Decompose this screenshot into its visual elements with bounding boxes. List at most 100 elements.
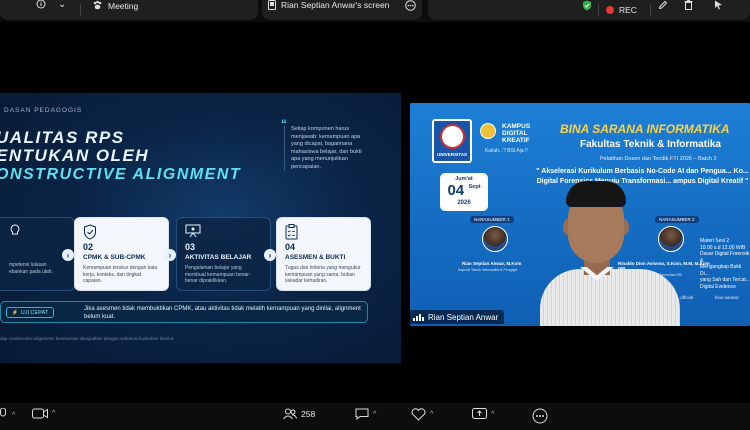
chevron-down-icon: ⌄ <box>58 0 67 10</box>
quick-test-label: UJI CEPAT <box>20 309 49 316</box>
divider <box>598 4 599 16</box>
share-screen-icon <box>472 408 487 420</box>
speaker-1-tag: NARASUMBER 1 <box>470 216 514 223</box>
presentation-icon <box>185 224 201 240</box>
sponsor-label: bina sarana <box>715 295 739 300</box>
security-button[interactable] <box>582 0 592 11</box>
chevron-up-icon: ^ <box>52 410 56 417</box>
kdk-logo-icon <box>480 123 496 139</box>
share-screen-button[interactable]: ^ <box>472 408 494 420</box>
camera-button[interactable]: ^ <box>32 408 55 419</box>
chat-icon <box>355 408 369 420</box>
meeting-dropdown-button[interactable]: ⌄ <box>58 0 66 10</box>
pen-icon <box>658 0 668 10</box>
shared-screen: DASAN PEDAGOGIS UALITAS RPS ENTUKAN OLEH… <box>0 67 401 363</box>
card-4-title: ASESMEN & BUKTI <box>285 254 346 261</box>
chevron-up-icon: ^ <box>491 410 495 418</box>
rec-label: REC <box>619 5 637 15</box>
kuliah-tagline: Kuliah...? BSI Aja !! <box>485 148 528 154</box>
shield-check-icon <box>582 0 592 11</box>
meeting-window: ⌄ Meeting Rian Septian Anwar's screen RE… <box>0 0 750 430</box>
status-pill: REC <box>428 0 750 20</box>
card-4-number: 04 <box>285 242 296 252</box>
speaker-1-name: Rian Septian Anwar, M.Kom <box>462 261 522 266</box>
audio-level-icon <box>413 313 424 321</box>
quick-test-text: Jika asesmen tidak membuktikan CPMK, ata… <box>84 306 361 320</box>
screen-share-icon <box>268 0 276 10</box>
info-button[interactable] <box>36 0 46 9</box>
slide-title-line-1: UALITAS RPS <box>0 128 125 147</box>
participants-icon <box>283 408 297 420</box>
chevron-up-icon: ^ <box>12 411 16 419</box>
divider <box>650 4 651 16</box>
meeting-name-label: Meeting <box>108 0 139 11</box>
more-button[interactable] <box>532 408 548 424</box>
university-logo: UNIVERSITAS <box>432 119 472 163</box>
card-3-title: AKTIVITAS BELAJAR <box>185 254 252 261</box>
arrow-right-icon: › <box>264 249 276 261</box>
screen-share-more-button[interactable] <box>405 0 416 11</box>
more-horizontal-icon <box>405 0 416 11</box>
presenter-video <box>540 181 680 326</box>
card-2-number: 02 <box>83 242 94 252</box>
kampus-digital-kreatif-label: KAMPUS DIGITAL KREATIF <box>502 123 531 144</box>
info-icon <box>36 0 46 9</box>
screen-share-pill: Rian Septian Anwar's screen <box>262 0 422 20</box>
chat-button[interactable]: ^ <box>355 408 376 420</box>
pointer-button[interactable] <box>714 0 723 10</box>
shield-check-icon <box>83 224 99 240</box>
quick-test-box: ⚡ UJI CEPAT Jika asesmen tidak membuktik… <box>0 301 368 323</box>
divider <box>80 4 81 16</box>
participant-video-tile[interactable]: UNIVERSITAS KAMPUS DIGITAL KREATIF Kulia… <box>410 103 750 326</box>
microphone-button[interactable]: ^ <box>0 408 15 422</box>
bottom-toolbar: ^ ^ 258 ^ ^ ^ <box>0 403 750 430</box>
event-month: Sept <box>468 184 481 190</box>
participants-button[interactable]: 258 <box>283 408 315 420</box>
screen-share-label-button[interactable]: Rian Septian Anwar's screen <box>268 0 389 10</box>
event-year: 2026 <box>457 200 471 206</box>
event-day: 04 <box>447 182 465 199</box>
speaker-1-role: Kaprodi Teknik Informatika & Pengajar <box>458 268 518 272</box>
bsi-emblem-icon <box>440 124 465 149</box>
checklist-icon <box>285 224 301 240</box>
record-dot-icon <box>606 6 614 14</box>
reactions-button[interactable]: ^ <box>411 408 433 421</box>
camera-icon <box>32 408 48 419</box>
participant-count: 258 <box>301 409 316 419</box>
card-3-number: 03 <box>185 242 196 252</box>
presenter-shirt <box>540 269 680 326</box>
presentation-slide: DASAN PEDAGOGIS UALITAS RPS ENTUKAN OLEH… <box>0 93 401 363</box>
participant-name: Rian Septian Anwar <box>428 312 499 322</box>
pointer-icon <box>714 0 723 10</box>
paw-icon <box>92 0 103 11</box>
recording-indicator[interactable]: REC <box>606 5 637 15</box>
presenter-hair <box>566 181 626 207</box>
slide-kicker: DASAN PEDAGOGIS <box>4 107 83 114</box>
annotate-button[interactable] <box>658 0 668 10</box>
slide-title-line-2: ENTUKAN OLEH <box>0 146 150 165</box>
training-subtitle: Pelatihan Dosen dan Tendik FTI 2026 – Ba… <box>600 156 717 162</box>
screen-share-label: Rian Septian Anwar's screen <box>281 0 390 10</box>
event-date: Jum'at 04 Sept 2026 <box>440 173 488 211</box>
arrow-right-icon: › <box>164 249 176 261</box>
meeting-name-button[interactable]: Meeting <box>92 0 138 11</box>
card-4-desc: Tugas dan kriteria yang mengukur kemampu… <box>285 265 361 284</box>
chevron-up-icon: ^ <box>373 410 377 418</box>
bolt-icon: ⚡ <box>11 309 19 316</box>
university-logo-label: UNIVERSITAS <box>437 152 467 157</box>
speaker-1-avatar <box>482 226 508 252</box>
slide-card-4: 04 ASESMEN & BUKTI Tugas dan kriteria ya… <box>276 217 371 291</box>
top-toolbar: ⌄ Meeting Rian Septian Anwar's screen RE… <box>0 0 750 22</box>
chevron-up-icon: ^ <box>430 411 434 418</box>
slide-card-2: 02 CPMK & SUB-CPMK Kemampuan terukur den… <box>74 217 169 291</box>
slide-card-3: 03 AKTIVITAS BELAJAR Pengalaman belajar … <box>176 217 271 291</box>
slide-title-line-3: ONSTRUCTIVE ALIGNMENT <box>0 166 242 183</box>
more-horizontal-icon <box>532 408 548 424</box>
meeting-info-pill: ⌄ Meeting <box>0 0 258 20</box>
trash-icon <box>684 0 693 10</box>
faculty-title: Fakultas Teknik & Informatika <box>580 139 721 150</box>
card-2-desc: Kemampuan terukur dengan kata kerja, kon… <box>83 265 158 284</box>
arrow-right-icon: › <box>62 249 74 261</box>
heart-icon <box>411 408 426 421</box>
delete-annotation-button[interactable] <box>684 0 693 10</box>
